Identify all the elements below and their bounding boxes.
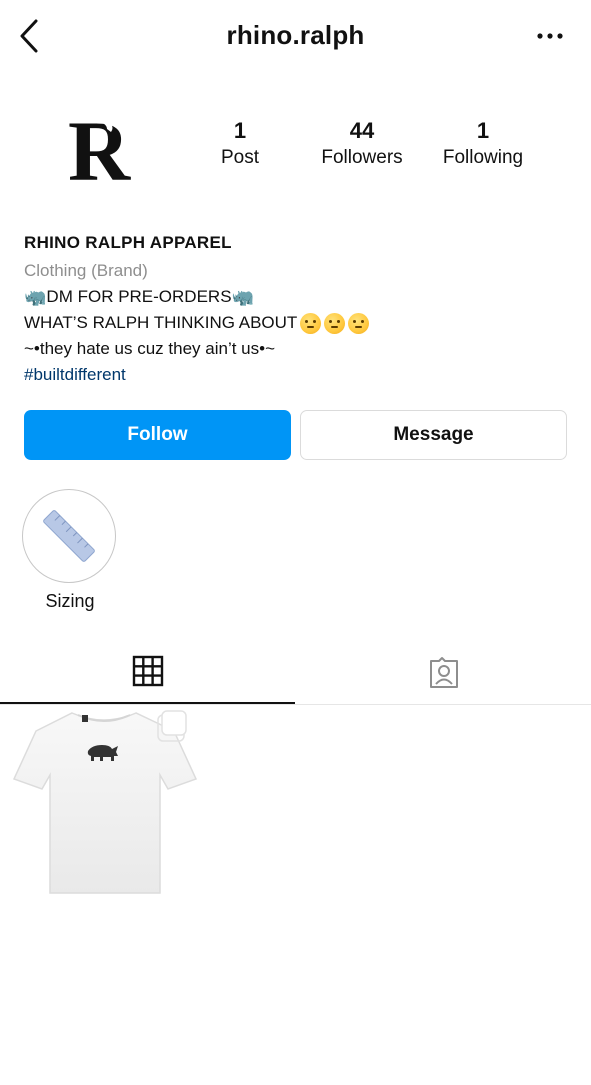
stat-posts-value: 1: [233, 118, 247, 143]
tagged-user-icon: [429, 657, 458, 688]
profile-bio: RHINO RALPH APPAREL Clothing (Brand) 🦏 D…: [24, 232, 564, 388]
tshirt-image: [12, 710, 198, 894]
highlight-cover: [22, 489, 116, 583]
thinking-face-icon: [324, 312, 346, 334]
thinking-face-icon: [348, 312, 370, 334]
bio-hashtag-link[interactable]: #builtdifferent: [24, 362, 564, 388]
profile-username: rhino.ralph: [226, 20, 365, 50]
rhino-r-logo: R: [68, 103, 131, 192]
follow-button[interactable]: Follow: [24, 410, 291, 460]
bio-line-thinking: WHAT’S RALPH THINKING ABOUT: [24, 310, 564, 336]
message-button[interactable]: Message: [300, 410, 567, 460]
profile-category: Clothing (Brand): [24, 261, 148, 280]
bio-line-thinking-text: WHAT’S RALPH THINKING ABOUT: [24, 313, 298, 332]
tab-tagged[interactable]: [296, 640, 591, 704]
profile-tabs: [0, 640, 591, 705]
rhino-emoji-icon: 🦏: [231, 287, 254, 307]
rhino-emoji-icon: 🦏: [24, 287, 47, 307]
stat-following-label: Following: [442, 147, 524, 168]
stat-following-value: 1: [476, 118, 490, 143]
stat-following[interactable]: 1 Following: [423, 118, 543, 172]
top-navigation-bar: rhino.ralph: [0, 0, 591, 76]
bio-line-preorders: 🦏 DM FOR PRE-ORDERS 🦏: [24, 284, 564, 310]
profile-display-name: RHINO RALPH APPAREL: [24, 233, 232, 252]
profile-avatar[interactable]: R: [44, 92, 154, 202]
tab-posts-grid[interactable]: [0, 640, 295, 704]
ruler-icon: [43, 510, 95, 562]
more-horizontal-icon[interactable]: [535, 26, 565, 46]
bio-line-preorders-text: DM FOR PRE-ORDERS: [46, 287, 232, 306]
stat-posts-label: Post: [220, 147, 260, 168]
highlight-label: Sizing: [45, 591, 95, 611]
bio-line-quote: ~•they hate us cuz they ain’t us•~: [24, 339, 275, 358]
stat-followers[interactable]: 44 Followers: [302, 118, 422, 172]
story-highlight-sizing[interactable]: Sizing: [22, 489, 118, 612]
grid-icon: [132, 655, 163, 687]
avatar-letter: R: [68, 103, 131, 192]
post-thumbnail[interactable]: [12, 705, 198, 897]
thinking-face-icon: [300, 312, 322, 334]
stat-posts[interactable]: 1 Post: [180, 118, 300, 172]
stat-followers-label: Followers: [321, 147, 403, 168]
stat-followers-value: 44: [349, 118, 375, 143]
